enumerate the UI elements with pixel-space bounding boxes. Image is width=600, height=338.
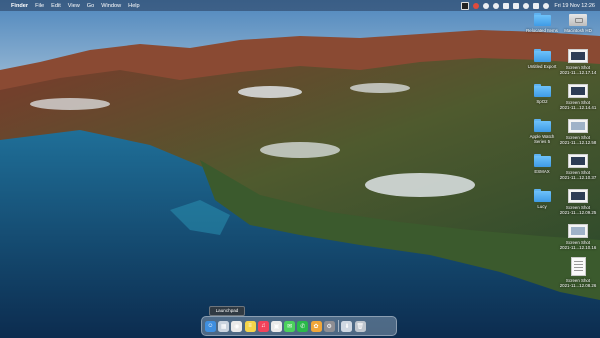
- folder-icon: [533, 13, 551, 26]
- menu-edit[interactable]: Edit: [51, 3, 61, 9]
- desktop-screenshot-6[interactable]: Screen Shot 2021-11...12.10.16: [558, 224, 598, 250]
- search-icon[interactable]: [523, 2, 530, 9]
- desktop-item-label: ESMAX: [534, 169, 550, 174]
- desktop-screenshot-1[interactable]: Screen Shot 2021-11...12.17.14: [558, 49, 598, 75]
- folder-icon: [533, 189, 551, 202]
- photos-app-icon[interactable]: ✿: [310, 320, 322, 332]
- status-area: Fri 19 Nov 12:26: [457, 0, 595, 11]
- desktop-screenshot-4[interactable]: Screen Shot 2021-11...12.10.37: [558, 154, 598, 180]
- menu-bar: Finder File Edit View Go Window Help Fri…: [0, 0, 600, 11]
- desktop-wallpaper: [0, 0, 600, 338]
- screenshot-icon: [568, 119, 588, 133]
- menu-window[interactable]: Window: [101, 3, 121, 9]
- desktop-item-label-line2: 2021-11...12.10.37: [559, 175, 597, 180]
- menu-go[interactable]: Go: [87, 3, 94, 9]
- menu-app-name[interactable]: Finder: [11, 3, 28, 9]
- desktop-folder-relocated-items[interactable]: Relocated Items: [522, 13, 562, 33]
- trash-icon[interactable]: 🗑: [354, 320, 366, 332]
- document-icon: [570, 257, 586, 276]
- desktop-screenshot-3[interactable]: Screen Shot 2021-11...12.12.58: [558, 119, 598, 145]
- dock-tooltip: Launchpad: [209, 306, 245, 316]
- eye-icon[interactable]: [483, 2, 490, 9]
- moon-icon[interactable]: [493, 2, 500, 9]
- menu-clock[interactable]: Fri 19 Nov 12:26: [554, 3, 595, 9]
- desktop-item-label-line2: 2021-11...12.09.25: [559, 210, 597, 215]
- desktop-item-label-line2: 2021-11...12.10.16: [559, 245, 597, 250]
- finder-app-icon[interactable]: ☺: [205, 320, 216, 332]
- downloads-stack-icon[interactable]: ⬇: [341, 320, 353, 332]
- music-app-icon[interactable]: ♫: [257, 320, 269, 332]
- screenshot-icon: [568, 84, 588, 98]
- desktop-item-label-line2: Series 5: [533, 139, 551, 144]
- chrome-app-icon[interactable]: ◉: [231, 320, 243, 332]
- desktop-folder-spo2[interactable]: SpO2: [522, 84, 562, 104]
- desktop-folder-apple-watch[interactable]: Apple Watch Series 5: [522, 119, 562, 144]
- notes-app-icon[interactable]: ≡: [244, 320, 256, 332]
- whatsapp-app-icon[interactable]: ✆: [297, 320, 309, 332]
- desktop-screenshot-5[interactable]: Screen Shot 2021-11...12.09.25: [558, 189, 598, 215]
- control-center-icon[interactable]: [533, 2, 540, 9]
- menu-help[interactable]: Help: [128, 3, 140, 9]
- hard-drive-icon: [569, 14, 587, 26]
- battery-icon[interactable]: [513, 2, 520, 9]
- menu-view[interactable]: View: [68, 3, 80, 9]
- desktop-folder-esmax[interactable]: ESMAX: [522, 154, 562, 174]
- dock: ☺ ▦ ◉ ≡ ♫ ▣ ✉ ✆ ✿ ⚙ ⬇ 🗑: [201, 316, 397, 336]
- desktop-item-label-line2: 2021-11...12.17.14: [559, 70, 597, 75]
- desktop-item-label-line2: 2021-11...12.08.26: [559, 283, 597, 288]
- wifi-icon[interactable]: [503, 2, 510, 9]
- dropbox-icon[interactable]: [461, 1, 470, 10]
- desktop-item-label-line2: 2021-11...12.14.41: [559, 105, 597, 110]
- desktop-folder-untitled-export[interactable]: Untitled Export: [522, 49, 562, 69]
- desktop-screenshot-7[interactable]: Screen Shot 2021-11...12.08.26: [558, 257, 598, 288]
- desktop-item-label: Macintosh HD: [564, 28, 592, 33]
- desktop-item-label: Relocated Items: [526, 28, 558, 33]
- screenshot-icon: [568, 189, 588, 203]
- messages-app-icon[interactable]: ✉: [284, 320, 296, 332]
- folder-icon: [533, 49, 551, 62]
- desktop-item-label-line2: 2021-11...12.12.58: [559, 140, 597, 145]
- screenshot-icon: [568, 224, 588, 238]
- desktop-folder-lucy[interactable]: Lucy: [522, 189, 562, 209]
- desktop-screenshot-2[interactable]: Screen Shot 2021-11...12.14.41: [558, 84, 598, 110]
- dock-separator: [337, 320, 339, 332]
- folder-icon: [533, 154, 551, 167]
- desktop-item-label: Untitled Export: [527, 64, 557, 69]
- folder-icon: [533, 119, 551, 132]
- record-icon[interactable]: [473, 2, 480, 9]
- folder-icon: [533, 84, 551, 97]
- menu-file[interactable]: File: [35, 3, 44, 9]
- desktop-item-label: SpO2: [536, 99, 548, 104]
- screenshot-icon: [568, 49, 588, 63]
- preview-app-icon[interactable]: ▣: [270, 320, 282, 332]
- screenshot-icon: [568, 154, 588, 168]
- desktop-drive-macintosh-hd[interactable]: Macintosh HD: [558, 14, 598, 33]
- desktop-item-label: Lucy: [537, 204, 547, 209]
- siri-icon[interactable]: [543, 2, 550, 9]
- launchpad-app-icon[interactable]: ▦: [218, 320, 230, 332]
- system-preferences-app-icon[interactable]: ⚙: [323, 320, 335, 332]
